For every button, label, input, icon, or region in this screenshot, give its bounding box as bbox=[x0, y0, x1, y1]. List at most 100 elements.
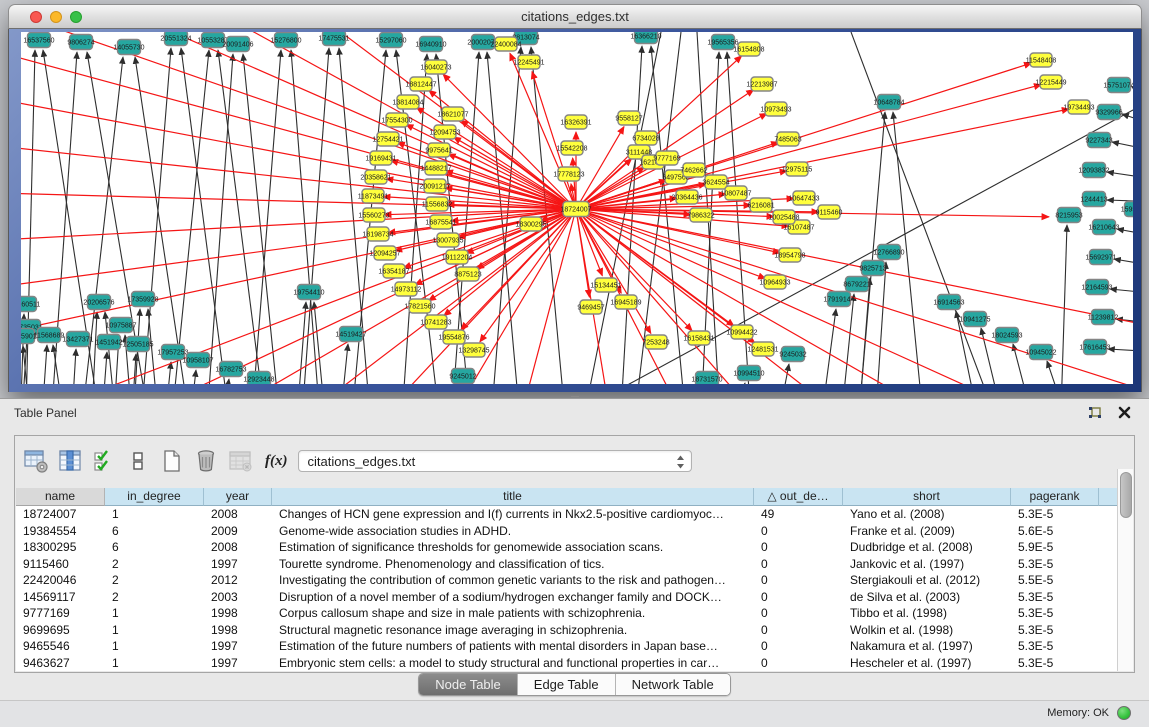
graph-node-teal[interactable]: 17616453 bbox=[1079, 340, 1110, 355]
graph-node-teal[interactable]: 9227343 bbox=[1085, 133, 1112, 148]
graph-node-yellow[interactable]: 13298745 bbox=[458, 343, 489, 357]
graph-node-teal[interactable]: 17359928 bbox=[127, 292, 158, 307]
graph-node-yellow[interactable]: 19554876 bbox=[438, 330, 469, 344]
table-cell[interactable]: 5.3E-5 bbox=[1011, 589, 1099, 606]
graph-node-teal[interactable]: 16537560 bbox=[23, 33, 54, 48]
graph-node-yellow[interactable]: 11548408 bbox=[1026, 53, 1057, 67]
table-cell[interactable]: 22420046 bbox=[16, 572, 105, 589]
network-graph[interactable]: 1653756098062741405573020551324105532872… bbox=[21, 32, 1133, 384]
table-cell[interactable]: Dudbridge et al. (2008) bbox=[843, 539, 1011, 556]
graph-node-yellow[interactable]: 18621077 bbox=[437, 107, 468, 121]
graph-node-yellow[interactable]: 8875123 bbox=[454, 267, 481, 281]
graph-node-yellow[interactable]: 10025488 bbox=[768, 210, 799, 224]
graph-node-yellow[interactable]: 20364436 bbox=[671, 190, 702, 204]
graph-node-teal[interactable]: 9806274 bbox=[67, 35, 94, 50]
table-cell[interactable]: 49 bbox=[754, 506, 843, 523]
graph-node-yellow[interactable]: 12094257 bbox=[369, 246, 400, 260]
graph-node-yellow[interactable]: 18812447 bbox=[405, 77, 436, 91]
graph-node-yellow[interactable]: 12975115 bbox=[782, 162, 813, 176]
graph-node-teal[interactable]: 17475531 bbox=[318, 32, 349, 46]
graph-node-yellow[interactable]: 16158431 bbox=[683, 331, 714, 345]
table-cell[interactable]: 5.3E-5 bbox=[1011, 638, 1099, 655]
delete-column-icon[interactable] bbox=[191, 446, 221, 476]
graph-node-yellow[interactable]: 7253248 bbox=[642, 335, 669, 349]
graph-node-teal[interactable]: 18731570 bbox=[691, 372, 722, 385]
graph-node-yellow[interactable]: 15134451 bbox=[590, 278, 621, 292]
graph-node-yellow[interactable]: 7462662 bbox=[680, 163, 707, 177]
table-cell[interactable]: 9463627 bbox=[16, 655, 105, 672]
graph-node-yellow[interactable]: 18954798 bbox=[774, 248, 805, 262]
table-cell[interactable]: Hescheler et al. (1997) bbox=[843, 655, 1011, 672]
tab-node-table[interactable]: Node Table bbox=[419, 674, 518, 695]
table-cell[interactable]: 9699695 bbox=[16, 622, 105, 639]
table-cell[interactable]: 5.9E-5 bbox=[1011, 539, 1099, 556]
column-header-name[interactable]: name bbox=[16, 488, 105, 506]
table-cell[interactable]: Corpus callosum shape and size in male p… bbox=[272, 605, 754, 622]
table-cell[interactable]: 0 bbox=[754, 589, 843, 606]
graph-node-yellow[interactable]: 18300295 bbox=[515, 217, 546, 231]
graph-node-yellow[interactable]: 16875541 bbox=[425, 215, 456, 229]
graph-node-teal[interactable]: 10941275 bbox=[959, 312, 990, 327]
graph-node-yellow[interactable]: 9558127 bbox=[615, 111, 642, 125]
graph-node-yellow[interactable]: 15542208 bbox=[556, 141, 587, 155]
table-cell[interactable]: 2008 bbox=[204, 506, 272, 523]
graph-node-yellow[interactable]: 10647433 bbox=[788, 191, 819, 205]
table-row[interactable]: 946362711997Embryonic stem cells: a mode… bbox=[16, 655, 1133, 672]
table-cell[interactable]: 5.3E-5 bbox=[1011, 622, 1099, 639]
table-cell[interactable]: 2 bbox=[105, 556, 204, 573]
close-window-icon[interactable] bbox=[30, 11, 42, 23]
delete-table-icon[interactable] bbox=[225, 446, 255, 476]
graph-node-teal[interactable]: 12923448 bbox=[243, 372, 274, 385]
column-header-pagerank[interactable]: pagerank bbox=[1011, 488, 1099, 506]
graph-node-teal[interactable]: 9329966 bbox=[1095, 105, 1122, 120]
table-cell[interactable]: 2009 bbox=[204, 523, 272, 540]
graph-node-teal[interactable]: 16210643 bbox=[1088, 220, 1119, 235]
table-cell[interactable]: Embryonic stem cells: a model to study s… bbox=[272, 655, 754, 672]
table-cell[interactable]: 0 bbox=[754, 523, 843, 540]
graph-node-teal[interactable]: 15297060 bbox=[375, 33, 406, 48]
table-cell[interactable]: 1997 bbox=[204, 556, 272, 573]
table-cell[interactable]: 0 bbox=[754, 605, 843, 622]
graph-node-teal[interactable]: 16940910 bbox=[415, 37, 446, 52]
table-cell[interactable]: 2008 bbox=[204, 539, 272, 556]
table-cell[interactable]: Changes of HCN gene expression and I(f) … bbox=[272, 506, 754, 523]
graph-node-teal[interactable]: 12093832 bbox=[1078, 163, 1109, 178]
table-row[interactable]: 911546021997Tourette syndrome. Phenomeno… bbox=[16, 556, 1133, 573]
table-cell[interactable]: 9115460 bbox=[16, 556, 105, 573]
graph-node-teal[interactable]: 15958112 bbox=[1121, 202, 1133, 217]
table-row[interactable]: 969969511998Structural magnetic resonanc… bbox=[16, 622, 1133, 639]
table-row[interactable]: 946554611997Estimation of the future num… bbox=[16, 638, 1133, 655]
graph-node-yellow[interactable]: 17821560 bbox=[404, 299, 435, 313]
table-cell[interactable]: Stergiakouli et al. (2012) bbox=[843, 572, 1011, 589]
graph-node-yellow[interactable]: 20091217 bbox=[419, 179, 450, 193]
graph-node-yellow[interactable]: 16326391 bbox=[560, 115, 591, 129]
table-cell[interactable]: Estimation of significance thresholds fo… bbox=[272, 539, 754, 556]
table-cell[interactable]: Investigating the contribution of common… bbox=[272, 572, 754, 589]
table-cell[interactable]: 5.3E-5 bbox=[1011, 605, 1099, 622]
minimize-window-icon[interactable] bbox=[50, 11, 62, 23]
tab-edge-table[interactable]: Edge Table bbox=[518, 674, 616, 695]
graph-node-yellow[interactable]: 7485063 bbox=[774, 132, 801, 146]
window-titlebar[interactable]: citations_edges.txt bbox=[8, 4, 1142, 29]
table-cell[interactable]: Franke et al. (2009) bbox=[843, 523, 1011, 540]
column-header-title[interactable]: title bbox=[272, 488, 754, 506]
table-row[interactable]: 1456911722003Disruption of a novel membe… bbox=[16, 589, 1133, 606]
graph-node-yellow[interactable]: 11556832 bbox=[422, 197, 453, 211]
tab-network-table[interactable]: Network Table bbox=[616, 674, 730, 695]
graph-node-teal[interactable]: 9245012 bbox=[449, 369, 476, 384]
table-cell[interactable]: Genome-wide association studies in ADHD. bbox=[272, 523, 754, 540]
graph-node-yellow[interactable]: 19734493 bbox=[1063, 100, 1094, 114]
table-cell[interactable]: 1 bbox=[105, 622, 204, 639]
table-row[interactable]: 1938455462009Genome-wide association stu… bbox=[16, 523, 1133, 540]
new-column-icon[interactable] bbox=[157, 446, 187, 476]
graph-node-teal[interactable]: 14055730 bbox=[113, 40, 144, 55]
table-cell[interactable]: 5.3E-5 bbox=[1011, 556, 1099, 573]
network-canvas[interactable]: 1653756098062741405573020551324105532872… bbox=[21, 32, 1133, 384]
table-cell[interactable]: 19384554 bbox=[16, 523, 105, 540]
graph-node-teal[interactable]: 9825713 bbox=[859, 261, 886, 276]
table-cell[interactable]: 18724007 bbox=[16, 506, 105, 523]
graph-node-yellow[interactable]: 18198734 bbox=[362, 227, 393, 241]
selection-mode-icon[interactable] bbox=[89, 446, 119, 476]
graph-node-teal[interactable]: 8679221 bbox=[843, 277, 870, 292]
graph-node-teal[interactable]: 10648784 bbox=[873, 95, 904, 110]
